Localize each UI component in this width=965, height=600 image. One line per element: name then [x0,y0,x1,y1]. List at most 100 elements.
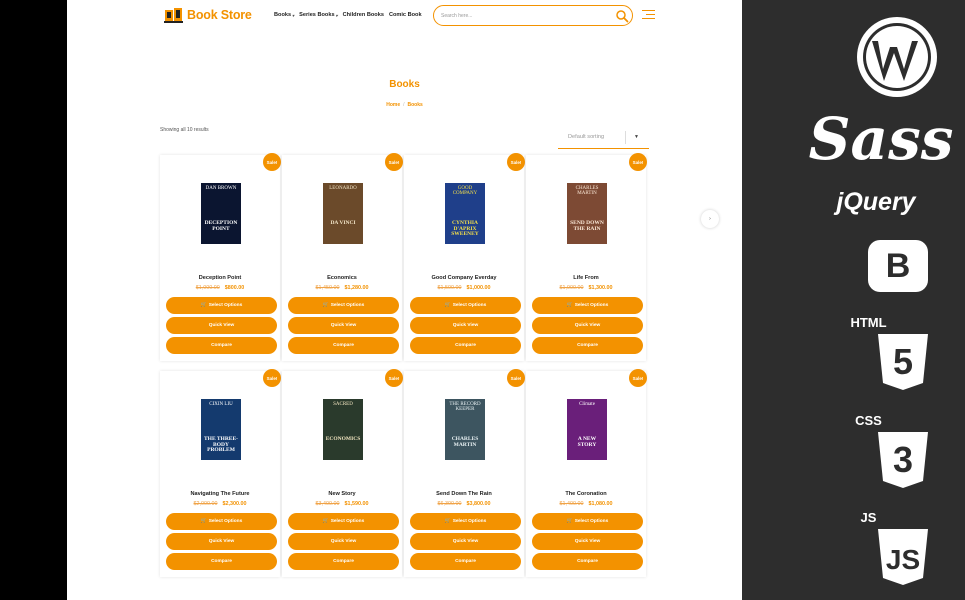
nav-item-books[interactable]: Books ▾ [274,12,294,18]
quick-view-button[interactable]: Quick View [166,533,277,550]
cart-icon: 🛒 [200,303,207,308]
book-cover-image[interactable]: GOOD COMPANY CYNTHIA D'APRIX SWEENEY [445,183,485,244]
nav-item-series-books[interactable]: Series Books ▾ [299,12,337,18]
book-cover-image[interactable]: THE RECORD KEEPER CHARLES MARTIN [445,399,485,460]
compare-button[interactable]: Compare [166,553,277,570]
compare-button[interactable]: Compare [410,553,521,570]
product-name[interactable]: Life From [526,275,646,281]
compare-button[interactable]: Compare [410,337,521,354]
select-options-button[interactable]: 🛒 Select Options [288,297,399,314]
product-name[interactable]: New Story [282,491,402,497]
quick-view-button[interactable]: Quick View [532,317,643,334]
sale-price: $1,280.00 [344,285,369,291]
cart-icon: 🛒 [566,303,573,308]
compare-button[interactable]: Compare [532,553,643,570]
select-options-button[interactable]: 🛒 Select Options [166,513,277,530]
sort-select[interactable]: Default sorting ▼ [558,128,649,149]
page-title: Books [389,79,420,90]
caret-down-icon: ▾ [292,12,295,18]
sale-badge: Sale! [385,369,403,387]
site-logo[interactable]: Book Store [164,6,252,24]
hamburger-menu-icon[interactable] [642,10,655,20]
compare-button[interactable]: Compare [288,337,399,354]
breadcrumb: Home / Books [67,102,742,108]
book-cover-image[interactable]: CHARLES MARTIN SEND DOWN THE RAIN [567,183,607,244]
compare-button[interactable]: Compare [532,337,643,354]
results-count: Showing all 10 results [160,127,209,133]
compare-button[interactable]: Compare [166,337,277,354]
product-card[interactable]: Sale! GOOD COMPANY CYNTHIA D'APRIX SWEEN… [404,153,525,361]
quick-view-button[interactable]: Quick View [288,533,399,550]
cover-title-top: SACRED [333,402,353,407]
product-name[interactable]: Send Down The Rain [404,491,524,497]
product-name[interactable]: Navigating The Future [160,491,280,497]
breadcrumb-separator: / [403,102,405,108]
product-price: $3,400.00 $1,590.00 [282,501,402,507]
breadcrumb-home[interactable]: Home [386,102,400,108]
product-card[interactable]: Sale! THE RECORD KEEPER CHARLES MARTIN S… [404,369,525,577]
cover-title-top: GOOD COMPANY [452,186,478,196]
old-price: $6,300.00 [437,501,462,507]
select-options-button[interactable]: 🛒 Select Options [532,513,643,530]
cover-title-top: Climate [579,402,595,407]
svg-text:3: 3 [893,439,913,480]
select-options-button[interactable]: 🛒 Select Options [532,297,643,314]
cover-title-top: LEONARDO [329,186,357,191]
book-cover-image[interactable]: SACRED ECONOMICS [323,399,363,460]
old-price: $1,900.00 [559,285,584,291]
next-arrow-icon[interactable]: › [701,210,719,228]
quick-view-button[interactable]: Quick View [532,533,643,550]
sale-price: $1,300.00 [588,285,613,291]
product-card[interactable]: Sale! SACRED ECONOMICS New Story $3,400.… [282,369,403,577]
book-logo-icon [164,8,183,23]
cover-title-bottom: ECONOMICS [325,436,361,442]
chevron-down-icon: ▼ [634,134,639,140]
product-price: $1,450.00 $1,280.00 [282,285,402,291]
search-input[interactable] [441,11,601,21]
product-price: $2,000.00 $2,300.00 [160,501,280,507]
book-cover-image[interactable]: CIXIN LIU THE THREE-BODY PROBLEM [201,399,241,460]
sass-icon: Sass [808,105,954,173]
sale-price: $1,000.00 [466,285,491,291]
quick-view-button[interactable]: Quick View [410,533,521,550]
nav-item-children-books[interactable]: Children Books [343,12,384,18]
product-price: $1,500.00 $1,000.00 [404,285,524,291]
old-price: $3,400.00 [315,501,340,507]
product-price: $1,000.00 $800.00 [160,285,280,291]
product-name[interactable]: The Coronation [526,491,646,497]
select-options-button[interactable]: 🛒 Select Options [288,513,399,530]
css3-icon: CSS 3 [742,413,965,495]
sale-badge: Sale! [263,153,281,171]
quick-view-button[interactable]: Quick View [288,317,399,334]
old-price: $1,000.00 [195,285,220,291]
book-cover-image[interactable]: LEONARDO DA VINCI [323,183,363,244]
product-card[interactable]: Sale! Climate A NEW STORY The Coronation… [526,369,647,577]
select-options-button[interactable]: 🛒 Select Options [410,513,521,530]
cover-title-top: CHARLES MARTIN [575,186,599,196]
product-card[interactable]: Sale! LEONARDO DA VINCI Economics $1,450… [282,153,403,361]
book-cover-image[interactable]: Climate A NEW STORY [567,399,607,460]
product-name[interactable]: Deception Point [160,275,280,281]
cart-icon: 🛒 [444,303,451,308]
html5-icon: HTML 5 [742,315,965,397]
breadcrumb-current: Books [407,102,423,108]
select-options-button[interactable]: 🛒 Select Options [410,297,521,314]
product-card[interactable]: Sale! CIXIN LIU THE THREE-BODY PROBLEM N… [160,369,281,577]
cover-title-bottom: DA VINCI [330,220,356,226]
select-options-button[interactable]: 🛒 Select Options [166,297,277,314]
quick-view-button[interactable]: Quick View [410,317,521,334]
main-nav: Books ▾ Series Books ▾ Children Books Comi… [274,12,422,18]
cart-icon: 🛒 [200,519,207,524]
product-price: $1,900.00 $1,300.00 [526,285,646,291]
product-name[interactable]: Economics [282,275,402,281]
product-card[interactable]: Sale! CHARLES MARTIN SEND DOWN THE RAIN … [526,153,647,361]
search-icon[interactable] [615,9,629,23]
product-name[interactable]: Good Company Everday [404,275,524,281]
cover-title-bottom: DECEPTION POINT [204,220,238,232]
book-cover-image[interactable]: DAN BROWN DECEPTION POINT [201,183,241,244]
quick-view-button[interactable]: Quick View [166,317,277,334]
compare-button[interactable]: Compare [288,553,399,570]
old-price: $2,000.00 [193,501,218,507]
nav-item-comic-book[interactable]: Comic Book [389,12,422,18]
product-card[interactable]: Sale! DAN BROWN DECEPTION POINT Deceptio… [160,153,281,361]
